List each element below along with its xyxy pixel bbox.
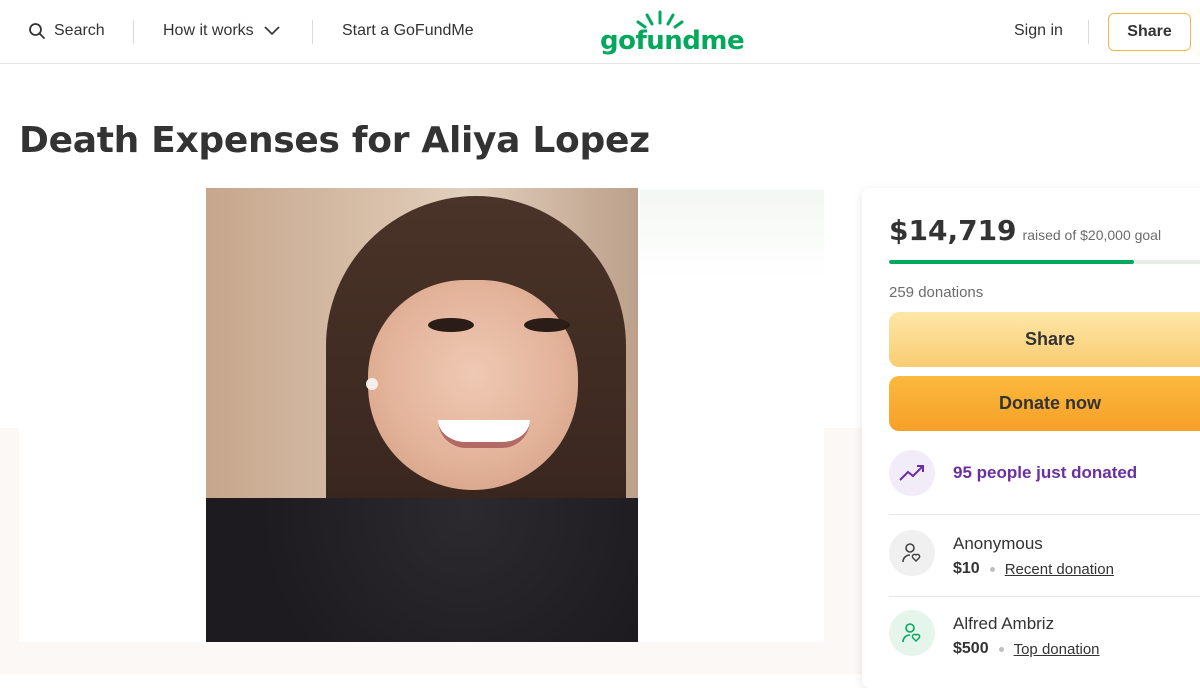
trend-text: 95 people just donated xyxy=(953,463,1138,482)
donor-heart-icon xyxy=(889,610,935,656)
separator-dot xyxy=(989,566,995,572)
sign-in-link[interactable]: Sign in xyxy=(1014,22,1063,40)
nav-divider xyxy=(312,20,313,44)
hero-backdrop xyxy=(640,190,824,280)
recent-activity: 95 people just donated xyxy=(889,450,1137,496)
nav-divider xyxy=(1088,20,1089,44)
photo-eye xyxy=(524,318,570,332)
logo-text: gofundme xyxy=(600,26,745,56)
photo-earring xyxy=(366,378,378,390)
gofundme-logo[interactable]: gofundme xyxy=(600,10,745,56)
trend-up-icon xyxy=(889,450,935,496)
how-it-works-menu[interactable]: How it works xyxy=(163,22,280,40)
progress-bar xyxy=(889,260,1200,264)
raised-summary: $14,719 raised of $20,000 goal xyxy=(889,214,1161,247)
donor-amount: $500 xyxy=(953,640,989,657)
donation-card: $14,719 raised of $20,000 goal 259 donat… xyxy=(862,188,1200,688)
start-gofundme-link[interactable]: Start a GoFundMe xyxy=(342,22,474,40)
raised-amount: $14,719 xyxy=(889,214,1017,247)
donor-amount: $10 xyxy=(953,560,980,577)
search-label: Search xyxy=(54,22,105,39)
donate-now-button[interactable]: Donate now xyxy=(889,376,1200,431)
photo-shirt xyxy=(206,498,638,642)
campaign-photo[interactable] xyxy=(206,188,638,642)
header-share-button[interactable]: Share xyxy=(1108,13,1191,51)
nav-divider xyxy=(133,20,134,44)
how-it-works-label: How it works xyxy=(163,22,254,39)
raised-goal: raised of $20,000 goal xyxy=(1022,227,1162,243)
top-navigation: Search How it works Start a GoFundMe gof… xyxy=(0,0,1200,64)
separator-dot xyxy=(998,646,1004,652)
donor-item: Anonymous $10 Recent donation xyxy=(889,530,1114,578)
donor-heart-icon xyxy=(889,530,935,576)
divider xyxy=(889,596,1200,597)
donor-name: Alfred Ambriz xyxy=(953,614,1055,633)
photo-smile xyxy=(438,420,530,448)
search-icon xyxy=(29,23,45,39)
chevron-down-icon xyxy=(264,26,280,36)
photo-face xyxy=(368,280,578,490)
donor-name: Anonymous xyxy=(953,534,1043,553)
divider xyxy=(889,514,1200,515)
search-button[interactable]: Search xyxy=(28,22,105,40)
donor-item: Alfred Ambriz $500 Top donation xyxy=(889,610,1100,658)
donor-tag-link[interactable]: Recent donation xyxy=(1005,561,1114,578)
photo-eye xyxy=(428,318,474,332)
page-title: Death Expenses for Aliya Lopez xyxy=(19,120,650,161)
donor-tag-link[interactable]: Top donation xyxy=(1014,641,1100,658)
donations-count: 259 donations xyxy=(889,284,984,301)
progress-fill xyxy=(889,260,1135,264)
share-button[interactable]: Share xyxy=(889,312,1200,367)
